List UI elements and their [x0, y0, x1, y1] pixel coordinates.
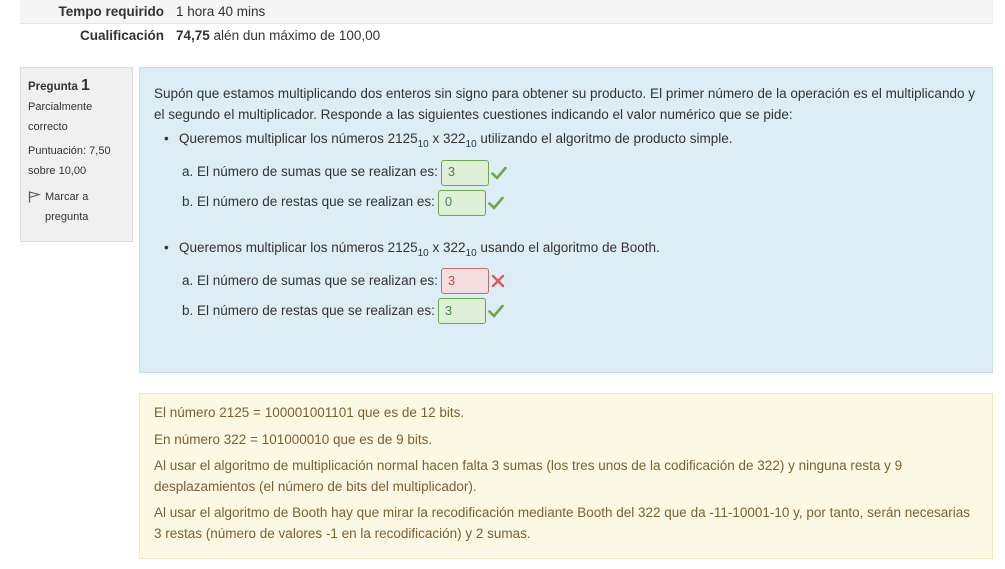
question-item-text: Queremos multiplicar los números 212510 … — [154, 129, 978, 150]
question-grade: Puntuación: 7,50 sobre 10,00 — [28, 145, 111, 177]
item-text-end: usando el algoritmo de Booth. — [476, 239, 660, 255]
summary-row-time: Tempo requirido 1 hora 40 mins — [20, 0, 993, 23]
answer-label: b. El número de restas que se realizan e… — [182, 194, 435, 210]
subscript: 10 — [417, 247, 429, 259]
summary-score-max: alén dun máximo de 100,00 — [209, 28, 381, 43]
subscript: 10 — [465, 139, 477, 150]
feedback-line: Al usar el algoritmo de Booth hay que mi… — [154, 505, 970, 541]
subscript: 10 — [417, 139, 429, 150]
summary-score: 74,75 — [176, 28, 210, 43]
summary-value-grade: 74,75 alén dun máximo de 100,00 — [176, 28, 380, 43]
item-text-mid: x 322 — [428, 239, 466, 255]
review-summary-table: Tempo requirido 1 hora 40 mins Cualifica… — [20, 0, 993, 47]
general-feedback: El número 2125 = 100001001101 que es de … — [139, 393, 993, 559]
subscript: 10 — [465, 247, 477, 259]
check-icon — [488, 196, 504, 210]
flag-icon — [28, 187, 41, 210]
item-text-start: Queremos multiplicar los números 2125 — [179, 131, 418, 146]
feedback-line: En número 322 = 101000010 que es de 9 bi… — [154, 431, 433, 447]
summary-label-grade: Cualificación — [79, 28, 164, 43]
question-number: Pregunta 1 — [28, 76, 125, 97]
question-prefix: Pregunta — [28, 81, 78, 93]
answer-input[interactable]: 3 — [440, 268, 489, 294]
flag-label[interactable]: Marcar a pregunta — [45, 187, 125, 227]
answer-input[interactable]: 3 — [440, 159, 489, 186]
summary-value-time: 1 hora 40 mins — [176, 4, 266, 19]
answer-row: a. El número de sumas que se realizan es… — [182, 266, 978, 296]
answer-row: b. El número de restas que se realizan e… — [182, 296, 978, 326]
answer-row: b. El número de restas que se realizan e… — [182, 188, 978, 218]
item-text-mid: x 322 — [428, 131, 466, 146]
question-block-2: Queremos multiplicar los números 212510 … — [154, 238, 978, 327]
flag-question-link[interactable]: Marcar a pregunta — [28, 187, 125, 227]
feedback-line: El número 2125 = 100001001101 que es de … — [154, 405, 465, 420]
answer-label: a. El número de sumas que se realizan es… — [182, 164, 438, 180]
question-block-1: Queremos multiplicar los números 212510 … — [154, 129, 978, 218]
question-formulation: Supón que estamos multiplicando dos ente… — [139, 67, 993, 373]
answer-row: a. El número de sumas que se realizan es… — [182, 158, 978, 188]
answer-input[interactable]: 3 — [437, 298, 486, 324]
question-intro: Supón que estamos multiplicando dos ente… — [154, 86, 975, 122]
answer-label: a. El número de sumas que se realizan es… — [182, 272, 438, 288]
check-icon — [488, 304, 504, 318]
question-number-value: 1 — [81, 77, 90, 94]
question-state: Parcialmente correcto — [28, 101, 93, 133]
item-text-start: Queremos multiplicar los números 2125 — [179, 239, 418, 255]
question-item-text: Queremos multiplicar los números 212510 … — [154, 238, 978, 259]
feedback-line: Al usar el algoritmo de multiplicación n… — [154, 458, 903, 494]
summary-row-grade: Cualificación 74,75 alén dun máximo de 1… — [20, 23, 993, 47]
item-text-end: utilizando el algoritmo de producto simp… — [476, 131, 733, 146]
check-icon — [491, 166, 507, 180]
cross-icon — [491, 274, 505, 288]
answer-label: b. El número de restas que se realizan e… — [182, 302, 435, 318]
question-info-panel: Pregunta 1 Parcialmente correcto Puntuac… — [20, 67, 133, 242]
answer-input[interactable]: 0 — [437, 189, 486, 216]
summary-label-time: Tempo requirido — [58, 4, 164, 19]
